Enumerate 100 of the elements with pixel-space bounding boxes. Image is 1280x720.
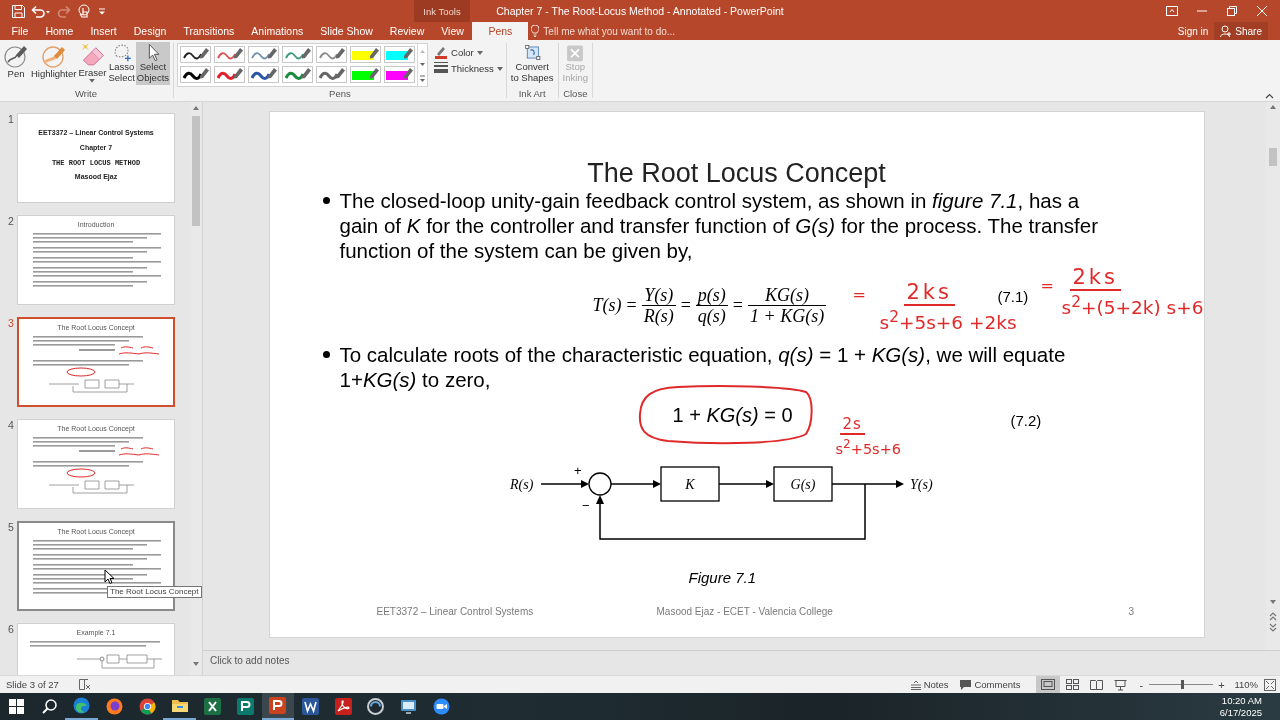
pen-swatch[interactable] (350, 66, 382, 83)
eraser-button[interactable]: Eraser (77, 42, 108, 85)
slide-number: 1 (7, 113, 15, 127)
ribbon-display-options-icon[interactable] (1166, 6, 1178, 16)
pen-swatch[interactable] (214, 66, 246, 83)
pen-swatch[interactable] (282, 46, 314, 63)
group-label: Ink Art (518, 88, 546, 101)
pen-swatch[interactable] (180, 66, 212, 83)
equation-number: (7.2) (1010, 413, 1042, 429)
pen-tip-icon (268, 68, 278, 79)
ribbon-tab[interactable]: Slide Show (311, 22, 382, 40)
plus-sign: + (573, 463, 582, 478)
next-slide-icon[interactable] (1268, 622, 1278, 634)
ribbon-tab[interactable]: Review (381, 22, 433, 40)
pen-tip-icon (268, 48, 278, 59)
thickness-button[interactable]: Thickness (434, 62, 503, 74)
equation-number: (7.1) (997, 289, 1029, 305)
restore-icon[interactable] (1227, 6, 1237, 16)
ribbon-tab[interactable]: View (432, 22, 473, 40)
window-title: Chapter 7 - The Root-Locus Method - Annotated - PowerPoint (496, 5, 784, 17)
diagram-block (659, 466, 720, 502)
highlighter-button[interactable]: Highlighter (30, 42, 78, 85)
footer-text: EET3372 – Linear Control Systems (376, 605, 535, 619)
share-button[interactable]: Share (1214, 22, 1268, 40)
pen-swatch[interactable] (282, 66, 314, 83)
sign-in-link[interactable]: Sign in (1177, 25, 1209, 37)
color-button[interactable]: Color (434, 45, 503, 59)
signal-label: R(s) (509, 477, 533, 492)
pdf-reader-icon (334, 698, 352, 715)
ribbon-tab[interactable]: Insert (81, 22, 126, 40)
footer-text: Masood Ejaz - ECET - Valencia College (656, 605, 834, 619)
spell-check-icon[interactable] (78, 679, 91, 690)
notes-icon (910, 679, 921, 690)
zoom-slider-thumb[interactable] (1181, 680, 1185, 689)
taskbar-button[interactable] (261, 693, 295, 720)
start-icon[interactable] (8, 699, 24, 714)
eraser-icon (79, 43, 106, 68)
convert-to-shapes-button[interactable]: Convert to Shapes (509, 42, 555, 85)
browser-icon (138, 698, 156, 715)
notes-button[interactable]: Notes (910, 679, 949, 690)
scrollbar-thumb[interactable] (192, 116, 200, 226)
pen-button[interactable]: Pen (2, 42, 30, 85)
slide-title: The Root Locus Concept (587, 158, 886, 188)
pen-swatch[interactable] (248, 46, 280, 63)
handwritten-equals: = (1040, 278, 1054, 294)
group-label: Write (75, 88, 97, 101)
projector-screen-icon (1113, 678, 1127, 691)
ribbon-tab[interactable]: Transitions (174, 22, 243, 40)
tell-me-field[interactable]: Tell me what you want to do... (531, 22, 676, 40)
save-icon[interactable] (12, 4, 25, 18)
slide-number: 4 (7, 419, 15, 433)
undo-icon[interactable] (31, 4, 51, 18)
ribbon-tab[interactable]: File (3, 22, 37, 40)
close-icon[interactable] (1257, 6, 1267, 16)
lasso-select-button[interactable]: Lasso Select (107, 42, 136, 85)
math-operator: = (732, 295, 743, 316)
collapse-ribbon-icon[interactable] (1265, 93, 1274, 99)
signal-arrow (609, 480, 661, 488)
grid-view-icon (1065, 679, 1079, 690)
denominator: R(s) (642, 306, 675, 326)
fit-to-window-icon[interactable] (1264, 678, 1276, 691)
normal-view-icon (1041, 679, 1056, 690)
pen-swatch[interactable] (180, 46, 212, 63)
search-icon[interactable] (41, 699, 57, 714)
pen-swatch[interactable] (214, 46, 246, 63)
summing-junction (587, 472, 612, 496)
math-operator: = (680, 295, 691, 316)
pen-swatch[interactable] (384, 66, 416, 83)
browser-icon (73, 697, 91, 714)
pen-swatch[interactable] (384, 46, 416, 63)
person-icon (1220, 25, 1233, 37)
pen-swatch[interactable] (316, 46, 348, 63)
pen-tip-icon (404, 48, 414, 59)
view-button[interactable] (1036, 676, 1061, 693)
customize-menu-icon[interactable] (98, 6, 106, 16)
word-processor-icon (302, 698, 320, 715)
scrollbar-thumb[interactable] (1269, 148, 1277, 166)
ribbon-tab[interactable]: Home (36, 22, 82, 40)
bullet-text: To calculate roots of the characteristic equation, q(s) = 1 + KG(s), we will equate 1+KG(s) to zero, (339, 342, 1067, 392)
zoom-in-button[interactable]: + (1216, 678, 1227, 691)
touch-mode-icon[interactable] (77, 4, 92, 18)
block-label: G(s) (790, 477, 815, 492)
ribbon-tab[interactable]: Design (125, 22, 175, 40)
pen-swatch[interactable] (248, 66, 280, 83)
ribbon-tab[interactable]: Pens (472, 22, 529, 40)
slide-number: 6 (7, 623, 15, 637)
previous-slide-icon[interactable] (1268, 610, 1278, 622)
clock-date: 6/17/2025 (1219, 706, 1262, 719)
select-objects-button[interactable]: Select Objects (135, 42, 171, 85)
ribbon-tab[interactable]: Animations (242, 22, 312, 40)
line-weight-icon (434, 62, 449, 74)
zoom-out-button[interactable]: - (1136, 678, 1147, 691)
comments-button[interactable]: Comments (960, 679, 1021, 690)
pen-swatch[interactable] (316, 66, 348, 83)
clock-time: 10:20 AM (1221, 694, 1262, 707)
zoom-level[interactable]: 110% (1234, 679, 1258, 690)
block-label: K (684, 477, 695, 492)
pen-swatch[interactable] (350, 46, 382, 63)
slide-number: 5 (7, 521, 15, 535)
diagram-block (772, 466, 833, 502)
